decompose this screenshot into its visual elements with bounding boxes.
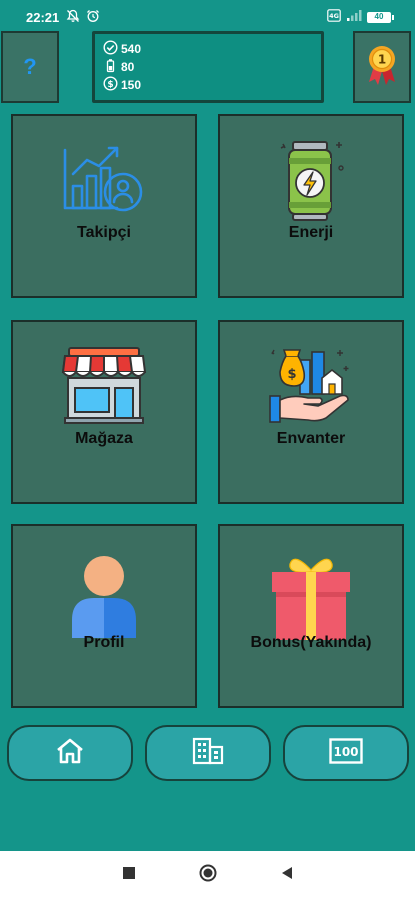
- mute-bell-icon: [66, 9, 80, 26]
- tile-followers[interactable]: Takipçi: [11, 114, 197, 298]
- battery-icon: 40: [367, 11, 394, 23]
- tile-label: Takipçi: [77, 224, 131, 241]
- back-icon[interactable]: [280, 866, 294, 885]
- tile-profile[interactable]: Profil: [11, 524, 197, 708]
- system-nav-bar: [0, 851, 415, 900]
- svg-text:$: $: [107, 80, 113, 90]
- energy-can-icon: [220, 138, 402, 234]
- tile-label: Mağaza: [75, 430, 133, 447]
- tile-label: Profil: [83, 634, 125, 651]
- svg-text:$: $: [287, 367, 296, 382]
- help-label: ?: [23, 54, 37, 79]
- energy-stat: 80: [103, 58, 313, 76]
- tile-shop[interactable]: Mağaza: [11, 320, 197, 504]
- property-hand-icon: $: [220, 344, 402, 440]
- tile-inventory[interactable]: $ Envanter: [218, 320, 404, 504]
- help-button[interactable]: ?: [1, 31, 59, 103]
- data-icon: 4G: [327, 9, 341, 25]
- alarm-icon: [86, 9, 100, 26]
- status-time: 22:21: [26, 10, 60, 25]
- battery-stat-icon: [103, 58, 118, 76]
- money-value: 150: [121, 78, 142, 92]
- stats-panel: 540 80 $ 150: [92, 31, 324, 103]
- energy-value: 80: [121, 60, 135, 74]
- nav-building-button[interactable]: [145, 725, 271, 781]
- shop-icon: [13, 344, 195, 440]
- home-icon: [55, 737, 85, 770]
- growth-chart-icon: [13, 138, 195, 234]
- check-circle-icon: [103, 40, 118, 58]
- building-icon: [192, 737, 224, 770]
- tile-bonus[interactable]: Bonus(Yakında): [218, 524, 404, 708]
- hundred-icon: 100: [329, 737, 363, 769]
- nav-hundred-button[interactable]: 100: [283, 725, 409, 781]
- tile-energy[interactable]: Enerji: [218, 114, 404, 298]
- hundred-text: 100: [333, 745, 358, 759]
- nav-home-button[interactable]: [7, 725, 133, 781]
- medal-button[interactable]: 1: [353, 31, 411, 103]
- tile-label: Envanter: [276, 430, 346, 447]
- followers-stat: 540: [103, 40, 313, 58]
- medal-number: 1: [378, 52, 386, 66]
- recents-icon[interactable]: [122, 866, 136, 885]
- home-circle-icon[interactable]: [198, 863, 218, 888]
- medal-icon: 1: [364, 44, 400, 91]
- svg-text:4G: 4G: [329, 12, 339, 20]
- followers-value: 540: [121, 42, 142, 56]
- signal-icon: [346, 9, 362, 25]
- dollar-circle-icon: $: [103, 76, 118, 94]
- money-stat: $ 150: [103, 76, 313, 94]
- status-bar: 22:21 4G 40: [0, 0, 415, 30]
- tile-label: Enerji: [288, 224, 334, 241]
- tile-label: Bonus(Yakında): [250, 634, 372, 651]
